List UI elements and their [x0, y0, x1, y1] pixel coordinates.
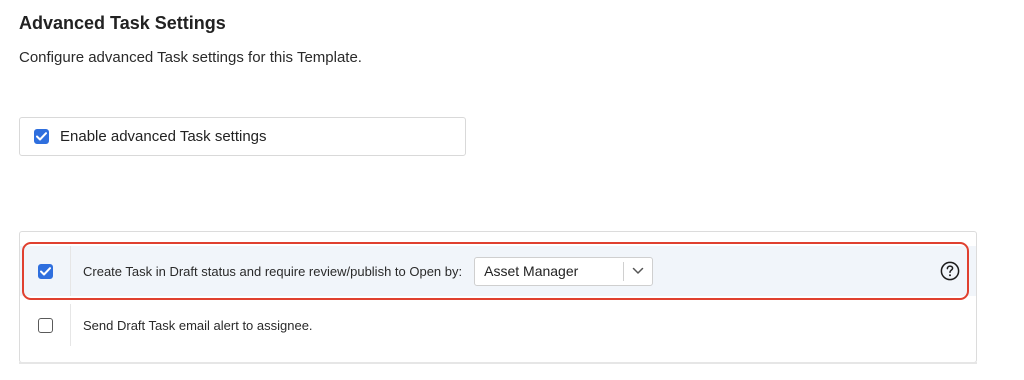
option-checkbox-cell	[20, 304, 71, 346]
enable-advanced-settings-label: Enable advanced Task settings	[60, 128, 267, 145]
email-alert-checkbox[interactable]	[37, 317, 53, 333]
option-checkbox-cell	[20, 246, 71, 296]
draft-status-checkbox[interactable]	[37, 263, 53, 279]
chevron-down-icon[interactable]	[624, 267, 652, 275]
option-row-draft-status: Create Task in Draft status and require …	[20, 246, 976, 296]
review-role-select[interactable]: Asset Manager	[474, 256, 654, 286]
advanced-task-settings-page: Advanced Task Settings Configure advance…	[0, 0, 1024, 380]
draft-status-label: Create Task in Draft status and require …	[83, 263, 463, 279]
page-title: Advanced Task Settings	[19, 13, 226, 33]
question-circle-icon[interactable]	[940, 261, 960, 281]
panel-bottom-edge	[19, 362, 977, 364]
advanced-options-panel: Create Task in Draft status and require …	[19, 231, 977, 363]
page-subtitle: Configure advanced Task settings for thi…	[19, 49, 362, 66]
option-row-email-alert: Send Draft Task email alert to assignee.	[20, 304, 976, 346]
email-alert-label: Send Draft Task email alert to assignee.	[83, 317, 313, 333]
enable-advanced-settings-checkbox[interactable]	[34, 129, 49, 144]
review-role-select-value: Asset Manager	[484, 263, 579, 279]
checkmark-icon	[36, 132, 47, 141]
enable-advanced-settings-box[interactable]: Enable advanced Task settings	[19, 117, 466, 156]
checkmark-icon	[39, 266, 51, 275]
